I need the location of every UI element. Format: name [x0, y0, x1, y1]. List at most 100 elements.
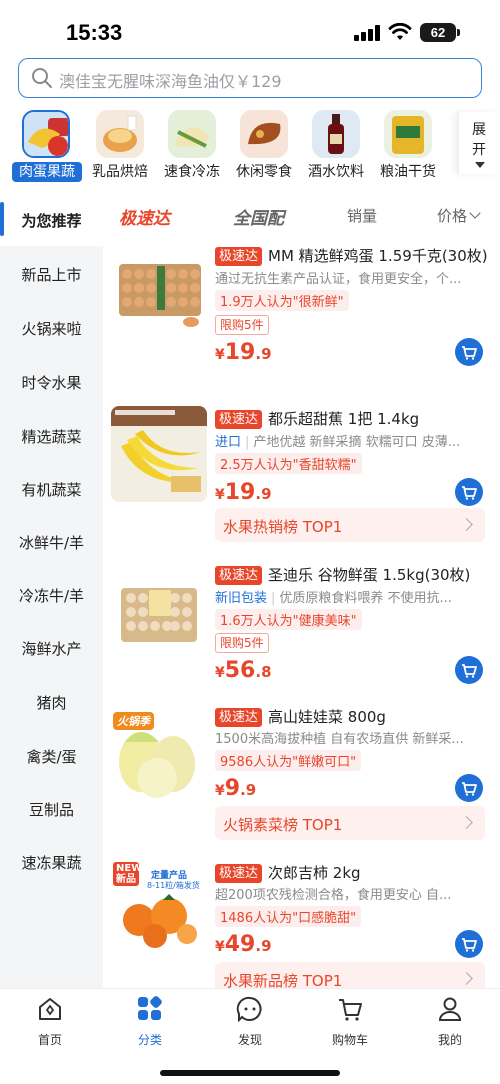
sidebar-item-hotpot[interactable]: 火锅来啦 [0, 318, 103, 339]
chevron-right-icon [460, 816, 473, 829]
discover-icon [236, 996, 262, 1023]
category-drinks[interactable]: 酒水饮料 [298, 106, 374, 186]
sort-bar: 极速达 全国配 销量 价格 [103, 192, 500, 238]
product-description: 通过无抗生素产品认证，食用更安全，个... [215, 272, 462, 287]
hotpot-season-badge: 火锅季 [113, 712, 154, 730]
ranking-banner[interactable]: 水果热销榜 TOP1 [215, 508, 485, 542]
product-description: 进口 | 产地优越 新鲜采摘 软糯可口 皮薄... [215, 435, 461, 450]
produce-meat-icon [22, 110, 70, 158]
tab-cart[interactable]: 购物车 [310, 995, 390, 1049]
product-price: ¥19.9 [215, 480, 272, 505]
add-to-cart-button[interactable] [455, 338, 483, 366]
product-card[interactable]: 极速达 MM 精选鲜鸡蛋 1.59千克(30枚) 通过无抗生素产品认证，食用更安全… [103, 240, 500, 390]
product-title: 极速达 次郎吉柿 2kg [215, 862, 361, 883]
product-title: 极速达 圣迪乐 谷物鲜蛋 1.5kg(30枚) [215, 564, 470, 585]
snacks-icon [240, 110, 288, 158]
product-description: 新旧包装 | 优质原粮食料喂养 不使用抗... [215, 591, 452, 606]
category-snacks[interactable]: 休闲零食 [226, 106, 302, 186]
category-grain-oil[interactable]: 粮油干货 [370, 106, 446, 186]
dairy-bakery-icon [96, 110, 144, 158]
chevron-down-icon [475, 162, 485, 168]
add-to-cart-button[interactable] [455, 774, 483, 802]
category-produce-meat[interactable]: 肉蛋果蔬 [8, 106, 84, 186]
sidebar-item-tofu[interactable]: 豆制品 [0, 799, 103, 820]
cart-icon [462, 664, 477, 678]
speed-delivery-tag: 极速达 [215, 864, 263, 883]
sort-price-tab[interactable]: 价格 [437, 205, 467, 226]
purchase-limit-badge: 限购5件 [215, 633, 269, 653]
product-price: ¥49.9 [215, 932, 272, 957]
tab-home[interactable]: 首页 [10, 995, 90, 1049]
sidebar-item-poultry[interactable]: 禽类/蛋 [0, 746, 103, 767]
purchase-limit-badge: 限购5件 [215, 315, 269, 335]
search-icon [32, 68, 52, 88]
add-to-cart-button[interactable] [455, 930, 483, 958]
product-image [111, 242, 207, 338]
cart-icon [462, 782, 477, 796]
product-praise-badge: 9586人认为"鲜嫩可口" [215, 750, 362, 771]
sidebar-item-recommend[interactable]: 为您推荐 [0, 210, 103, 231]
product-title: 极速达 MM 精选鲜鸡蛋 1.59千克(30枚) [215, 245, 488, 266]
ranking-banner[interactable]: 火锅素菜榜 TOP1 [215, 806, 485, 840]
product-card[interactable]: 极速达 都乐超甜蕉 1把 1.4kg 进口 | 产地优越 新鲜采摘 软糯可口 皮薄..… [103, 398, 500, 548]
tab-category[interactable]: 分类 [110, 995, 190, 1049]
profile-icon [438, 997, 462, 1021]
expand-categories-button[interactable]: 展开 [458, 112, 500, 174]
search-bar[interactable]: 澳佳宝无腥味深海鱼油仅￥129 [18, 58, 482, 98]
product-price: ¥9.9 [215, 776, 257, 801]
sidebar-item-seasonal-fruit[interactable]: 时令水果 [0, 372, 103, 393]
cart-icon [462, 486, 477, 500]
tab-profile[interactable]: 我的 [410, 995, 490, 1049]
product-image: NEW新品 定量产品 8-11粒/箱发货 [111, 858, 207, 954]
sort-sales-tab[interactable]: 销量 [347, 205, 377, 226]
wifi-icon [388, 22, 412, 40]
category-dairy-bakery[interactable]: 乳品烘焙 [82, 106, 158, 186]
cellular-signal-icon [354, 25, 380, 41]
speed-delivery-tag: 极速达 [215, 566, 263, 585]
speed-delivery-tag: 极速达 [215, 247, 263, 266]
home-icon [39, 998, 61, 1020]
product-card[interactable]: 火锅季 极速达 高山娃娃菜 800g 1500米高海拔种植 自有农场直供 新鲜采.… [103, 700, 500, 846]
sidebar-item-organic[interactable]: 有机蔬菜 [0, 479, 103, 500]
category-frozen-food[interactable]: 速食冷冻 [154, 106, 230, 186]
product-praise-badge: 1.6万人认为"健康美味" [215, 609, 362, 630]
product-title: 极速达 高山娃娃菜 800g [215, 706, 386, 727]
category-sidebar: 为您推荐 新品上市 火锅来啦 时令水果 精选蔬菜 有机蔬菜 冰鲜牛/羊 冷冻牛/… [0, 192, 103, 988]
search-placeholder: 澳佳宝无腥味深海鱼油仅￥129 [59, 72, 282, 91]
cart-icon [462, 346, 477, 360]
add-to-cart-button[interactable] [455, 656, 483, 684]
battery-icon: 62 [420, 23, 460, 42]
sidebar-item-chilled-beef[interactable]: 冰鲜牛/羊 [0, 532, 103, 553]
speed-delivery-tag: 极速达 [215, 708, 263, 727]
category-icon [138, 996, 162, 1020]
sidebar-item-pork[interactable]: 猪肉 [0, 692, 103, 713]
frozen-food-icon [168, 110, 216, 158]
product-praise-badge: 2.5万人认为"香甜软糯" [215, 453, 362, 474]
chevron-down-icon [469, 207, 481, 219]
product-price: ¥19.9 [215, 340, 272, 365]
product-image: 火锅季 [111, 706, 207, 802]
sort-speed-tab[interactable]: 极速达 [119, 204, 170, 229]
sidebar-item-frozen-veg[interactable]: 速冻果蔬 [0, 852, 103, 873]
product-image-note: 8-11粒/箱发货 [147, 881, 200, 890]
status-time: 15:33 [66, 20, 123, 45]
sidebar-item-seafood[interactable]: 海鲜水产 [0, 638, 103, 659]
ranking-banner[interactable]: 水果新品榜 TOP1 [215, 962, 485, 988]
sort-nationwide-tab[interactable]: 全国配 [233, 204, 284, 229]
product-image [111, 566, 207, 662]
speed-delivery-tag: 极速达 [215, 410, 263, 429]
add-to-cart-button[interactable] [455, 478, 483, 506]
drinks-icon [312, 110, 360, 158]
tab-discover[interactable]: 发现 [210, 995, 290, 1049]
product-image [111, 406, 207, 502]
product-description: 超200项农残检测合格，食用更安心 自... [215, 888, 452, 903]
home-indicator [160, 1070, 340, 1076]
grain-oil-icon [384, 110, 432, 158]
status-bar: 15:33 62 [0, 0, 500, 52]
product-card[interactable]: 极速达 圣迪乐 谷物鲜蛋 1.5kg(30枚) 新旧包装 | 优质原粮食料喂养 不使用… [103, 556, 500, 696]
sidebar-item-new[interactable]: 新品上市 [0, 264, 103, 285]
sidebar-item-frozen-beef[interactable]: 冷冻牛/羊 [0, 585, 103, 606]
product-price: ¥56.8 [215, 658, 272, 683]
product-card[interactable]: NEW新品 定量产品 8-11粒/箱发货 极速达 次郎吉柿 2kg 超200项农残… [103, 854, 500, 988]
sidebar-item-vegetables[interactable]: 精选蔬菜 [0, 426, 103, 447]
